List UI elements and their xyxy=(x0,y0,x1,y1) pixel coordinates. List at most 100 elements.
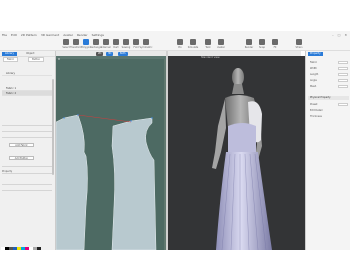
symmetric-icon xyxy=(143,39,149,45)
point-handle xyxy=(63,117,65,119)
transform-icon xyxy=(73,39,79,45)
bottom-margin xyxy=(0,250,350,263)
maximize-icon[interactable]: □ xyxy=(338,33,341,37)
property-row: Edit Detail xyxy=(310,109,323,112)
garment-skirt xyxy=(216,152,272,250)
left-panel-scrollbar[interactable] xyxy=(52,79,54,175)
section-physical-property[interactable]: Physical Property xyxy=(308,96,349,100)
add-button-button[interactable]: Add Button xyxy=(9,156,34,160)
rectangle-icon xyxy=(93,39,99,45)
render-icon xyxy=(246,39,252,45)
render-button[interactable]: Render xyxy=(244,39,254,50)
dart-tool-button[interactable]: Dart xyxy=(111,39,121,50)
menu-3d-garment[interactable]: 3D Garment xyxy=(41,33,59,37)
menu-file[interactable]: File xyxy=(2,33,7,37)
property-field[interactable] xyxy=(2,135,52,138)
avatar-neck xyxy=(232,84,244,94)
fit-map-icon xyxy=(272,39,278,45)
pin-icon xyxy=(177,39,183,45)
property-field[interactable] xyxy=(2,182,52,185)
property-row: Thickness xyxy=(310,115,322,118)
top-margin xyxy=(0,0,350,31)
list-item[interactable]: Fabric 2 xyxy=(2,91,52,96)
sewing-tool-button[interactable]: Sewing xyxy=(121,39,131,50)
snapshot-button[interactable]: Snap xyxy=(257,39,267,50)
3d-garment-window[interactable]: Standard view xyxy=(168,56,305,250)
tab-object[interactable]: Object xyxy=(23,52,37,56)
menu-edit[interactable]: Edit xyxy=(11,33,17,37)
transform-tool-button[interactable]: Transform xyxy=(70,39,82,50)
tack-icon xyxy=(205,39,211,45)
subtab-button[interactable]: Button xyxy=(28,56,45,63)
property-value-field[interactable] xyxy=(338,61,348,64)
selected-edge xyxy=(77,114,132,123)
tab-3d-view[interactable]: 3D xyxy=(106,51,114,56)
list-item[interactable]: Library xyxy=(2,71,52,76)
simulate-icon xyxy=(190,39,196,45)
avatar-tool-button[interactable]: Avatar xyxy=(216,39,226,50)
simulate-button[interactable]: Simulate xyxy=(188,39,198,50)
right-panel-header: Property xyxy=(306,51,350,57)
main-toolbar: Select Transform Polygon Rectangle Inter… xyxy=(0,38,350,51)
avatar-arm-left xyxy=(212,99,226,169)
symmetric-tool-button[interactable]: Symmetric xyxy=(140,39,152,50)
property-field[interactable] xyxy=(2,129,52,132)
property-value-field[interactable] xyxy=(338,73,348,76)
property-field[interactable] xyxy=(2,188,52,191)
point-handle xyxy=(151,117,153,119)
menu-2d-pattern[interactable]: 2D Pattern xyxy=(21,33,37,37)
property-row: Length xyxy=(308,72,349,77)
minimize-icon[interactable]: – xyxy=(332,33,334,37)
tab-2d-view[interactable]: 2D xyxy=(96,51,104,56)
strain-map-icon xyxy=(296,39,302,45)
property-value-field[interactable] xyxy=(338,67,348,70)
tab-both-view[interactable]: Both xyxy=(118,51,128,56)
fold-icon xyxy=(133,39,139,45)
fit-map-button[interactable]: Fit xyxy=(270,39,280,50)
avatar-icon xyxy=(218,39,224,45)
2d-pattern-window[interactable] xyxy=(56,56,166,250)
property-row: Mesh xyxy=(308,84,349,89)
fabric-list: Library Fabric 1 Fabric 2 xyxy=(2,71,52,96)
subtab-fabric[interactable]: Fabric xyxy=(3,56,19,63)
property-field[interactable] xyxy=(2,164,52,167)
strain-map-button[interactable]: Strain xyxy=(294,39,304,50)
dart-icon xyxy=(113,39,119,45)
left-panel-subtabs: Fabric Button xyxy=(0,56,55,63)
property-value-field[interactable] xyxy=(338,103,348,106)
snapshot-icon xyxy=(259,39,265,45)
property-row: Width xyxy=(308,66,349,71)
2d-pattern-canvas[interactable] xyxy=(56,56,166,250)
point-handle xyxy=(130,120,132,122)
menu-render[interactable]: Render xyxy=(77,33,88,37)
close-icon[interactable]: ✕ xyxy=(344,33,347,37)
menubar: File Edit 2D Pattern 3D Garment Avatar R… xyxy=(0,31,350,38)
window-controls: – □ ✕ xyxy=(332,33,350,37)
property-value-field[interactable] xyxy=(338,79,348,82)
pin-tool-button[interactable]: Pin xyxy=(175,39,185,50)
add-fabric-button[interactable]: Add Fabric xyxy=(9,143,34,147)
menu-avatar[interactable]: Avatar xyxy=(63,33,73,37)
menu-settings[interactable]: Settings xyxy=(92,33,104,37)
pattern-piece-back xyxy=(111,117,157,250)
polygon-icon xyxy=(83,39,89,45)
property-value-field[interactable] xyxy=(338,85,348,88)
garment-bodice xyxy=(228,123,256,154)
tab-property[interactable]: Property xyxy=(308,52,323,56)
left-panel: Library Object Fabric Button Library Fab… xyxy=(0,51,56,252)
point-handle xyxy=(58,58,60,60)
property-row: Fabric xyxy=(308,60,349,65)
avatar-head xyxy=(232,68,244,86)
tack-tool-button[interactable]: Tack xyxy=(203,39,213,50)
internal-line-tool-button[interactable]: Internal xyxy=(101,39,111,50)
3d-avatar-scene[interactable] xyxy=(168,56,305,250)
right-panel: Property Fabric Width Length Angle Mesh … xyxy=(305,51,350,250)
point-handle xyxy=(77,114,79,116)
select-icon xyxy=(63,39,69,45)
rectangle-tool-button[interactable]: Rectangle xyxy=(90,39,102,50)
internal-line-icon xyxy=(103,39,109,45)
tab-library[interactable]: Library xyxy=(2,51,18,56)
pattern-piece-front xyxy=(56,114,88,250)
property-field[interactable] xyxy=(2,123,52,126)
property-row: Preset xyxy=(308,102,349,107)
